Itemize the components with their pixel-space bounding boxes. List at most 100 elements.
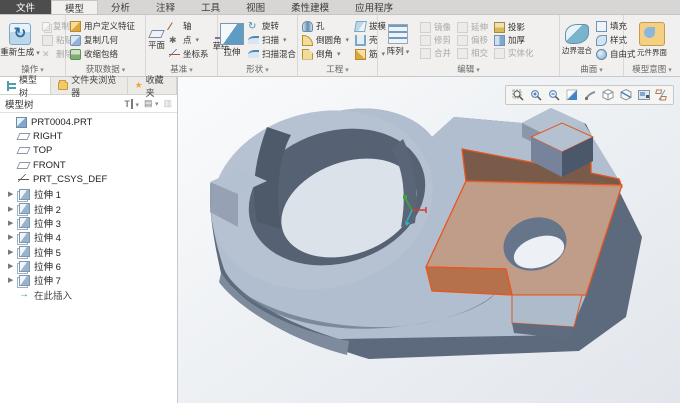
tree-item-extrude-6[interactable]: ▶ 拉伸 6	[0, 259, 177, 273]
project-button[interactable]: 投影	[492, 21, 536, 34]
tab-model[interactable]: 模型	[51, 0, 99, 15]
group-label-editing[interactable]: 编辑	[378, 63, 559, 76]
zoom-out-button[interactable]	[546, 88, 561, 103]
tree-item-top-plane[interactable]: TOP	[0, 144, 177, 158]
panel-tab-folder-browser[interactable]: 文件夹浏览器	[51, 75, 128, 98]
point-button[interactable]: 点	[167, 34, 211, 47]
spin-center-button[interactable]	[582, 88, 597, 103]
tab-file[interactable]: 文件	[0, 0, 52, 14]
model-tree-icon	[7, 80, 16, 91]
section-view-button[interactable]	[618, 88, 633, 103]
component-interface-button[interactable]: 元件界面	[627, 18, 677, 62]
tab-applications[interactable]: 应用程序	[342, 0, 406, 14]
pattern-button[interactable]: 阵列	[380, 18, 416, 62]
shell-icon	[355, 34, 367, 46]
regenerate-button[interactable]: 重新生成	[0, 18, 38, 62]
tree-item-extrude-2[interactable]: ▶ 拉伸 2	[0, 201, 177, 216]
selection-front-step-face	[425, 266, 513, 296]
copy-geometry-icon	[70, 34, 81, 46]
view-manager-button[interactable]	[636, 88, 651, 103]
tab-annotate[interactable]: 注释	[143, 0, 188, 14]
repaint-button[interactable]	[564, 88, 579, 103]
tree-item-extrude-5[interactable]: ▶ 拉伸 5	[0, 245, 177, 259]
intersect-button[interactable]: 相交	[455, 47, 490, 60]
panel-tab-model-tree[interactable]: 模型树	[0, 75, 52, 98]
shrinkwrap-button[interactable]: 收缩包络	[68, 48, 137, 61]
expand-arrow-icon[interactable]: ▶	[8, 248, 15, 256]
panel-tab-favorites[interactable]: 收藏夹	[128, 75, 177, 98]
tab-analysis[interactable]: 分析	[98, 0, 143, 14]
revolve-button[interactable]: 旋转	[246, 20, 298, 33]
group-label-surfaces[interactable]: 曲面	[560, 63, 623, 76]
tree-filters-button[interactable]: T ▾	[124, 98, 139, 109]
thicken-button[interactable]: 加厚	[492, 34, 536, 47]
zoom-in-button[interactable]	[528, 88, 543, 103]
expand-arrow-icon[interactable]: ▶	[8, 233, 15, 241]
tab-flexible-modeling[interactable]: 柔性建模	[278, 0, 342, 14]
rib-icon	[355, 48, 367, 60]
group-label-engineering[interactable]: 工程	[298, 63, 377, 76]
hole-icon	[302, 20, 313, 32]
point-icon	[169, 35, 180, 46]
datum-plane-icon	[16, 147, 31, 155]
tree-item-extrude-7[interactable]: ▶ 拉伸 7	[0, 273, 177, 287]
boundary-blend-button[interactable]: 边界混合	[562, 18, 592, 62]
part-icon	[16, 116, 27, 128]
sweep-icon	[248, 36, 259, 44]
group-label-model-intent[interactable]: 模型意图	[624, 63, 680, 76]
model-tree-panel: 模型树 文件夹浏览器 收藏夹 模型树 T ▾ ▤ ▾ ▥ PRT0004.PRT	[0, 75, 178, 403]
extend-icon	[457, 21, 469, 33]
plane-button[interactable]: 平面	[148, 18, 165, 62]
graphics-area[interactable]	[178, 77, 680, 403]
group-label-shapes[interactable]: 形状	[218, 63, 297, 76]
trim-button[interactable]: 修剪	[418, 34, 453, 47]
extend-button[interactable]: 延伸	[455, 21, 490, 34]
thicken-icon	[494, 34, 506, 46]
tab-tools[interactable]: 工具	[188, 0, 233, 14]
display-style-button[interactable]	[600, 88, 615, 103]
swept-blend-icon	[248, 50, 259, 58]
chamfer-button[interactable]: 倒角	[300, 48, 351, 61]
offset-button[interactable]: 偏移	[455, 34, 490, 47]
tree-item-extrude-1[interactable]: ▶ 拉伸 1	[0, 187, 177, 201]
expand-arrow-icon[interactable]: ▶	[8, 276, 15, 284]
tree-settings-button[interactable]: ▤ ▾	[144, 98, 159, 109]
project-icon	[494, 21, 506, 33]
csys-icon	[18, 174, 29, 186]
tree-item-right-plane[interactable]: RIGHT	[0, 129, 177, 143]
solidify-button[interactable]: 实体化	[492, 47, 536, 60]
tree-item-extrude-3[interactable]: ▶ 拉伸 3	[0, 216, 177, 230]
star-icon	[135, 80, 143, 91]
expand-arrow-icon[interactable]: ▶	[8, 205, 15, 213]
merge-button[interactable]: 合并	[418, 47, 453, 60]
round-button[interactable]: 倒圆角	[300, 34, 351, 47]
bottom-step-top-face	[511, 294, 583, 328]
tree-columns-button[interactable]: ▥	[163, 98, 172, 109]
csys-button[interactable]: 坐标系	[167, 48, 211, 61]
swept-blend-button[interactable]: 扫描混合	[246, 48, 298, 61]
mirror-button[interactable]: 镜像	[418, 21, 453, 34]
extrude-icon	[19, 274, 30, 286]
tree-item-part[interactable]: PRT0004.PRT	[0, 115, 177, 129]
expand-arrow-icon[interactable]: ▶	[8, 262, 15, 270]
refit-button[interactable]	[510, 88, 525, 103]
expand-arrow-icon[interactable]: ▶	[8, 219, 15, 227]
tab-view[interactable]: 视图	[233, 0, 278, 14]
tree-item-front-plane[interactable]: FRONT	[0, 158, 177, 172]
expand-arrow-icon[interactable]: ▶	[8, 190, 15, 198]
tree-item-csys[interactable]: PRT_CSYS_DEF	[0, 173, 177, 187]
extrude-button[interactable]: 拉伸	[220, 18, 244, 62]
component-interface-icon	[639, 22, 665, 46]
axis-button[interactable]: 轴	[167, 20, 211, 33]
extrude-icon	[19, 246, 30, 258]
hole-button[interactable]: 孔	[300, 20, 351, 33]
tree-item-insert-here[interactable]: 在此插入	[0, 288, 177, 302]
copy-geometry-button[interactable]: 复制几何	[68, 34, 137, 47]
udf-button[interactable]: 用户定义特征	[68, 20, 137, 33]
part-model[interactable]	[178, 77, 680, 403]
tree-item-extrude-4[interactable]: ▶ 拉伸 4	[0, 230, 177, 244]
sweep-button[interactable]: 扫描	[246, 34, 298, 47]
csys-icon	[169, 48, 181, 60]
offset-icon	[457, 34, 469, 46]
datum-display-filters-button[interactable]	[654, 88, 669, 103]
